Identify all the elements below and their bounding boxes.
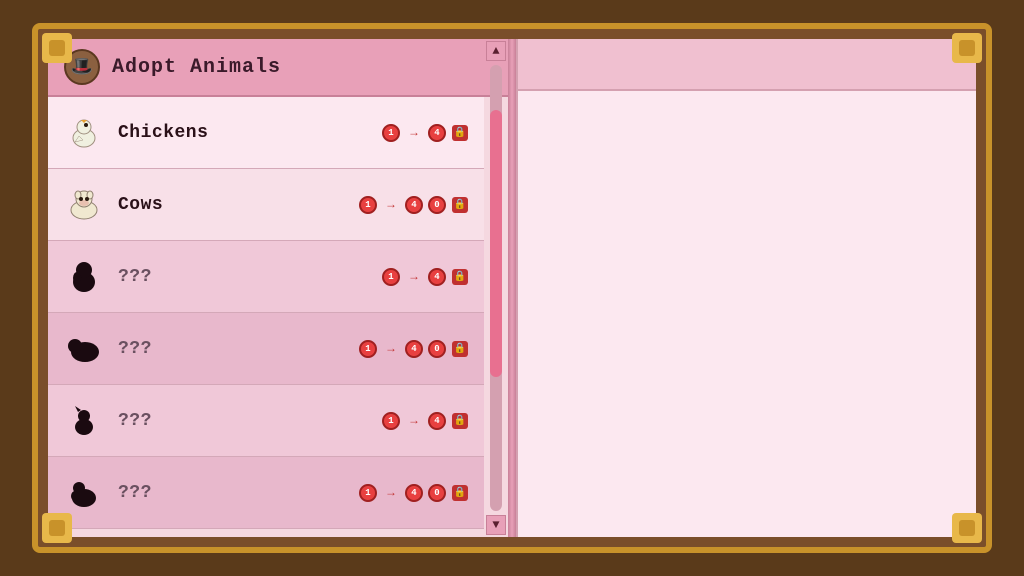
cost-group-cows: 1 → 4 0 🔒 [358, 195, 470, 215]
cost-group-unknown2: 1 → 4 0 🔒 [358, 339, 470, 359]
scroll-thumb[interactable] [490, 110, 502, 378]
scrollbar: ▲ ▼ [488, 97, 504, 537]
cost-arrow: → [381, 339, 401, 359]
scroll-down-button[interactable]: ▼ [486, 515, 506, 535]
cost-lock: 🔒 [450, 267, 470, 287]
corner-decoration-tl [42, 33, 72, 63]
corner-decoration-bl [42, 513, 72, 543]
cost-arrow: → [404, 411, 424, 431]
animal-name-unknown4: ??? [118, 483, 358, 503]
cost-group-chickens: 1 → 4 🔒 [381, 123, 470, 143]
animal-item-unknown2[interactable]: ??? 1 → 4 0 🔒 [48, 313, 484, 385]
cost-coin1: 1 [358, 339, 378, 359]
cost-coin3: 0 [427, 195, 447, 215]
animal-item-chickens[interactable]: Chickens 1 → 4 🔒 [48, 97, 484, 169]
animal-name-unknown2: ??? [118, 339, 358, 359]
cost-coin1: 1 [381, 411, 401, 431]
animal-icon-unknown3 [62, 399, 106, 443]
corner-decoration-br [952, 513, 982, 543]
animal-icon-chickens [62, 111, 106, 155]
animal-name-cows: Cows [118, 195, 358, 215]
cost-lock: 🔒 [450, 123, 470, 143]
animal-name-unknown1: ??? [118, 267, 381, 287]
cost-coin2: 4 [404, 483, 424, 503]
cost-lock: 🔒 [450, 195, 470, 215]
animal-list: Chickens 1 → 4 🔒 [48, 97, 508, 537]
page-title: Adopt Animals [112, 56, 281, 79]
animal-item-cows[interactable]: Cows 1 → 4 0 🔒 [48, 169, 484, 241]
book-spine [508, 39, 516, 537]
book: 🎩 Adopt Animals Chickens 1 → [32, 23, 992, 553]
animal-icon-cows [62, 183, 106, 227]
right-page-content [518, 91, 976, 537]
cost-arrow: → [404, 123, 424, 143]
cost-coin2: 4 [427, 267, 447, 287]
cost-arrow: → [381, 195, 401, 215]
cost-coin3: 0 [427, 339, 447, 359]
animal-name-unknown3: ??? [118, 411, 381, 431]
cost-coin1: 1 [381, 123, 401, 143]
animal-item-unknown3[interactable]: ??? 1 → 4 🔒 [48, 385, 484, 457]
cost-group-unknown3: 1 → 4 🔒 [381, 411, 470, 431]
cost-coin3: 0 [427, 483, 447, 503]
animal-item-unknown1[interactable]: ??? 1 → 4 🔒 [48, 241, 484, 313]
cost-coin1: 1 [381, 267, 401, 287]
cost-coin2: 4 [427, 123, 447, 143]
cost-coin2: 4 [404, 195, 424, 215]
animal-icon-unknown4 [62, 471, 106, 515]
cost-arrow: → [404, 267, 424, 287]
cost-coin2: 4 [404, 339, 424, 359]
cost-arrow: → [381, 483, 401, 503]
cost-lock: 🔒 [450, 483, 470, 503]
cost-group-unknown4: 1 → 4 0 🔒 [358, 483, 470, 503]
animal-icon-unknown1 [62, 255, 106, 299]
corner-decoration-tr [952, 33, 982, 63]
cost-group-unknown1: 1 → 4 🔒 [381, 267, 470, 287]
cost-coin1: 1 [358, 483, 378, 503]
right-page-header [518, 39, 976, 91]
cost-coin2: 4 [427, 411, 447, 431]
right-page [516, 39, 976, 537]
animal-item-unknown4[interactable]: ??? 1 → 4 0 🔒 [48, 457, 484, 529]
cost-lock: 🔒 [450, 339, 470, 359]
animal-icon-unknown2 [62, 327, 106, 371]
animal-name-chickens: Chickens [118, 123, 381, 143]
left-page: 🎩 Adopt Animals Chickens 1 → [48, 39, 508, 537]
scroll-track [490, 97, 502, 511]
cost-lock: 🔒 [450, 411, 470, 431]
cost-coin1: 1 [358, 195, 378, 215]
page-header: 🎩 Adopt Animals [48, 39, 508, 97]
